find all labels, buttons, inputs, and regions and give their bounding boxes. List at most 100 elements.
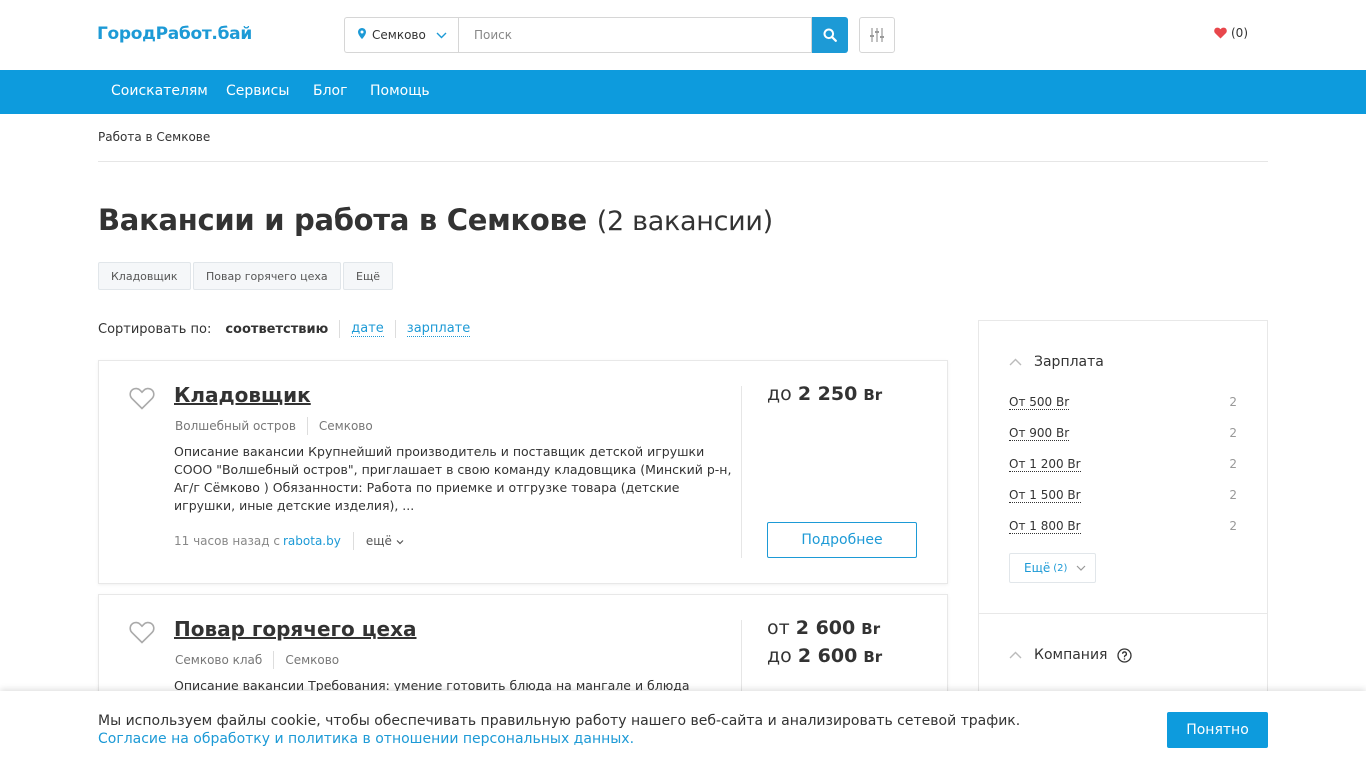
nav-item-help[interactable]: Помощь [370,83,430,99]
chevron-up-icon [1009,358,1022,366]
salary-from-prefix: от [767,617,790,639]
tag-more[interactable]: Ещё [343,262,394,290]
nav-item-jobseekers[interactable]: Соискателям [111,83,208,99]
vacancy-salary: до 2 250 Br [767,383,882,405]
salary-filter-label: От 500 Br [1009,395,1070,410]
heart-outline-icon [129,387,155,410]
salary-filter-option[interactable]: От 1 800 Br 2 [1009,519,1237,534]
salary-filter-header[interactable]: Зарплата [1009,354,1104,370]
favorites-link[interactable]: (0) [1214,26,1248,40]
vacancy-count: (2 вакансии) [596,206,773,237]
salary-filter-option[interactable]: От 900 Br 2 [1009,426,1237,441]
breadcrumb[interactable]: Работа в Семкове [98,130,210,144]
salary-to-prefix: до [767,645,792,667]
favorite-button[interactable] [129,387,155,414]
nav-item-services[interactable]: Сервисы [226,83,289,99]
salary-filter-label: От 1 500 Br [1009,488,1081,503]
salary-to: до 2 600 Br [767,645,882,667]
salary-filter-option[interactable]: От 500 Br 2 [1009,395,1237,410]
favorites-count: (0) [1231,26,1248,40]
vacancy-title[interactable]: Повар горячего цеха [174,617,417,641]
divider [273,651,275,669]
salary-filter-label: От 1 200 Br [1009,457,1081,472]
sliders-icon [870,28,884,42]
city-selector[interactable]: Семково [344,17,458,53]
vacancy-meta: Семково клаб Семково [175,651,339,669]
privacy-policy-link[interactable]: Согласие на обработку и политика в отнош… [98,730,634,748]
salary-currency: Br [861,620,881,638]
chevron-down-icon [436,28,447,42]
cookie-text: Мы используем файлы cookie, чтобы обеспе… [98,713,1021,729]
salary-filter-count: 2 [1229,519,1237,533]
sort-bar: Сортировать по: соответствию дате зарпла… [98,320,471,338]
divider [98,161,1268,162]
main-nav: Соискателям Сервисы Блог Помощь [0,70,1366,114]
vacancy-title[interactable]: Кладовщик [174,383,311,407]
salary-filter-option[interactable]: От 1 500 Br 2 [1009,488,1237,503]
salary-filter-count: 2 [1229,457,1237,471]
heart-icon [1214,27,1227,39]
source-link[interactable]: rabota.by [283,534,341,548]
search-input[interactable] [458,17,812,53]
sort-label: Сортировать по: [98,321,212,337]
divider [741,386,742,558]
salary-value: 2 250 [797,383,858,405]
divider [979,613,1267,614]
search-button[interactable] [812,17,848,53]
more-dropdown[interactable]: ещё [366,534,404,548]
sort-salary[interactable]: зарплате [406,321,471,337]
sort-date[interactable]: дате [351,321,384,337]
search-icon [823,28,837,42]
vacancy-location: Семково [318,419,373,433]
vacancy-description: Описание вакансии Крупнейший производите… [174,444,732,513]
salary-filter-title: Зарплата [1034,354,1104,370]
company-name: Волшебный остров [175,419,296,433]
divider [306,417,308,435]
divider [352,532,354,550]
chevron-down-icon [1077,565,1086,571]
divider [394,320,396,338]
vacancy-location: Семково [285,653,340,667]
cookie-banner: Мы используем файлы cookie, чтобы обеспе… [0,691,1366,768]
details-button[interactable]: Подробнее [767,522,917,558]
more-label: Ещё [1024,561,1051,575]
header: ГородРабот.бай Семково (0) [0,0,1366,70]
filters-button[interactable] [859,17,895,53]
salary-prefix: до [767,383,792,405]
accept-cookies-button[interactable]: Понятно [1167,712,1268,748]
chevron-down-icon [396,540,404,545]
salary-currency: Br [863,648,883,666]
sort-relevance[interactable]: соответствию [225,322,328,337]
salary-filter-option[interactable]: От 1 200 Br 2 [1009,457,1237,472]
page-title-text: Вакансии и работа в Семкове [98,203,587,237]
chevron-up-icon [1009,651,1022,659]
site-logo[interactable]: ГородРабот.бай [97,24,252,44]
posted-time: 11 часов назад с [174,534,280,548]
salary-from: от 2 600 Br [767,617,880,639]
nav-item-blog[interactable]: Блог [313,83,347,99]
salary-filter-count: 2 [1229,426,1237,440]
salary-filter-more-button[interactable]: Ещё (2) [1009,553,1096,583]
salary-filter-label: От 900 Br [1009,426,1070,441]
favorite-button[interactable] [129,621,155,648]
vacancy-meta: Волшебный остров Семково [175,417,373,435]
company-filter-title: Компания [1034,647,1108,663]
tag-cook[interactable]: Повар горячего цеха [193,262,341,290]
divider [339,320,341,338]
company-filter-header[interactable]: Компания [1009,647,1133,663]
vacancy-footer: 11 часов назад с rabota.by ещё [174,532,404,550]
salary-filter-count: 2 [1229,488,1237,502]
salary-filter-count: 2 [1229,395,1237,409]
city-name: Семково [372,28,426,42]
tag-storekeeper[interactable]: Кладовщик [98,262,191,290]
help-icon[interactable] [1117,647,1133,663]
location-pin-icon [358,28,366,42]
page-title: Вакансии и работа в Семкове (2 вакансии) [98,203,773,237]
vacancy-card: Кладовщик Волшебный остров Семково Описа… [98,360,948,584]
more-label: ещё [365,534,392,548]
salary-from-value: 2 600 [795,617,856,639]
salary-currency: Br [863,386,883,404]
salary-filter-label: От 1 800 Br [1009,519,1081,534]
company-name: Семково клаб [175,653,263,667]
heart-outline-icon [129,621,155,644]
